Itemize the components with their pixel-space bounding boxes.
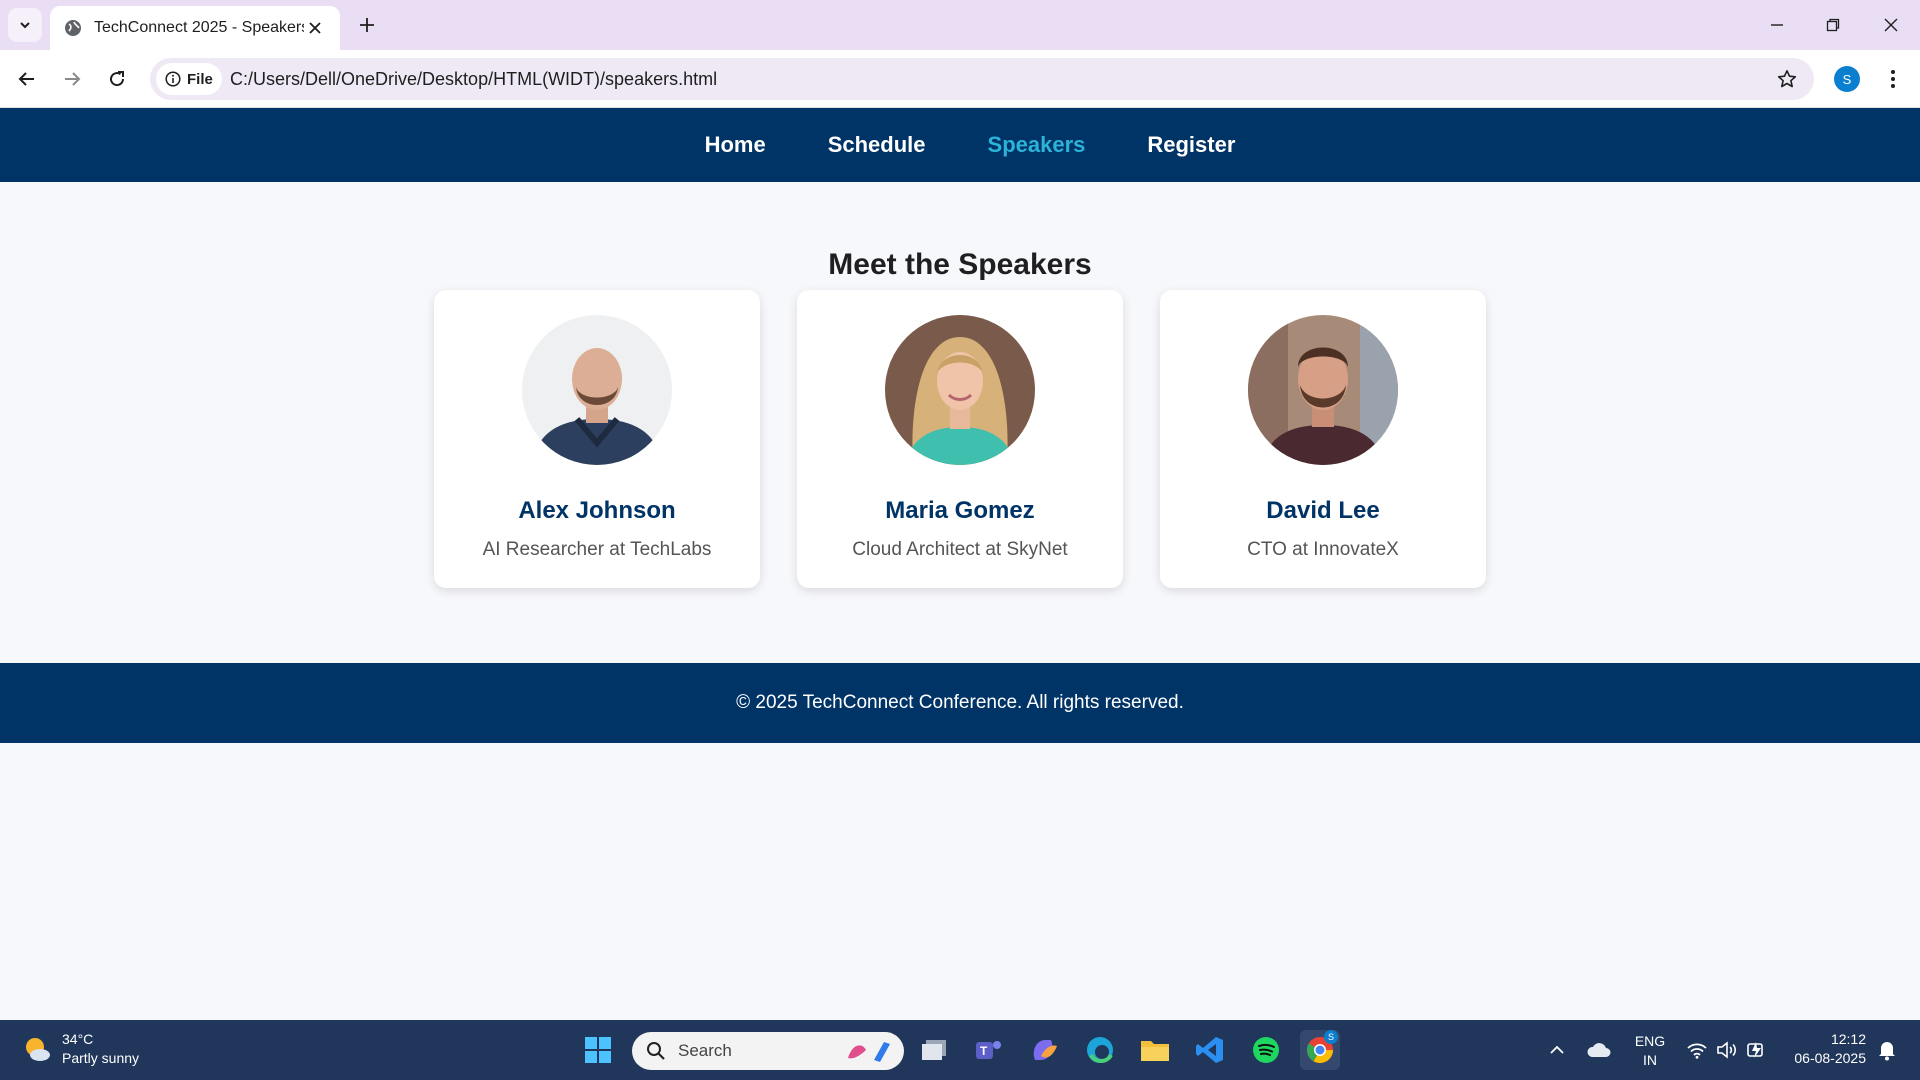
battery-charging-icon (1747, 1042, 1763, 1058)
speaker-name: David Lee (1266, 497, 1380, 524)
system-clock[interactable]: 12:12 06-08-2025 (1780, 1030, 1866, 1068)
windows-taskbar: 34°C Partly sunny Search T S ENG IN 12:1… (0, 1020, 1920, 1080)
site-navigation: Home Schedule Speakers Register (0, 108, 1920, 182)
restore-button[interactable] (1818, 10, 1848, 40)
cloud-icon (1587, 1043, 1611, 1057)
weather-widget[interactable]: 34°C Partly sunny (22, 1030, 139, 1068)
speaker-card: Maria Gomez Cloud Architect at SkyNet (797, 290, 1123, 588)
plus-icon (360, 18, 374, 32)
search-icon (647, 1042, 665, 1060)
arrow-right-icon (65, 72, 81, 86)
footer-copyright: © 2025 TechConnect Conference. All right… (736, 692, 1184, 713)
tab-title: TechConnect 2025 - Speakers (94, 19, 304, 36)
nav-schedule-link[interactable]: Schedule (828, 132, 926, 158)
forward-button[interactable] (55, 62, 89, 96)
folder-icon (1141, 1041, 1169, 1061)
info-icon (165, 71, 181, 87)
new-tab-button[interactable] (352, 10, 382, 40)
profile-avatar[interactable]: S (1834, 66, 1860, 92)
speaker-card: David Lee CTO at InnovateX (1160, 290, 1486, 588)
minimize-icon (1771, 24, 1783, 26)
star-icon (1777, 70, 1797, 88)
svg-text:T: T (980, 1044, 988, 1058)
spotify-app[interactable] (1246, 1030, 1286, 1070)
tab-search-button[interactable] (8, 8, 42, 42)
minimize-button[interactable] (1762, 10, 1792, 40)
speaker-role: Cloud Architect at SkyNet (852, 539, 1068, 560)
language-indicator[interactable]: ENG IN (1628, 1032, 1672, 1070)
speaker-role: CTO at InnovateX (1247, 539, 1399, 560)
onedrive-tray[interactable] (1582, 1030, 1616, 1070)
windows-logo-icon (585, 1037, 611, 1063)
notifications-button[interactable] (1872, 1030, 1902, 1070)
copilot-app[interactable] (1024, 1030, 1064, 1070)
globe-icon (65, 20, 81, 36)
region-code: IN (1643, 1052, 1657, 1068)
chrome-app[interactable]: S (1300, 1030, 1340, 1070)
browser-tab[interactable]: TechConnect 2025 - Speakers (50, 6, 340, 50)
weather-temperature: 34°C (62, 1031, 94, 1047)
browser-menu-button[interactable] (1878, 64, 1908, 94)
chevron-down-icon (20, 22, 30, 29)
site-info-chip[interactable]: File (156, 63, 222, 95)
notification-bell-icon (1879, 1042, 1895, 1061)
show-hidden-icons-button[interactable] (1542, 1030, 1572, 1070)
arrow-left-icon (18, 72, 34, 86)
start-button[interactable] (578, 1030, 618, 1070)
more-vertical-icon (1891, 70, 1895, 88)
weather-description: Partly sunny (62, 1050, 140, 1066)
close-window-button[interactable] (1876, 10, 1906, 40)
browser-tabstrip: TechConnect 2025 - Speakers (0, 0, 1920, 50)
reload-icon (110, 71, 125, 87)
search-label: Search (678, 1041, 732, 1060)
vscode-icon (1196, 1037, 1223, 1063)
close-icon (1884, 18, 1898, 32)
copilot-search-highlight-icon (848, 1042, 890, 1062)
speaker-cards: Alex Johnson AI Researcher at TechLabs M… (434, 290, 1486, 588)
speaker-photo (1248, 315, 1398, 465)
volume-tray[interactable] (1712, 1030, 1742, 1070)
chip-label: File (187, 70, 213, 88)
file-explorer-app[interactable] (1135, 1030, 1175, 1070)
clock-date: 06-08-2025 (1794, 1050, 1866, 1066)
reload-button[interactable] (100, 62, 134, 96)
wifi-tray[interactable] (1682, 1030, 1712, 1070)
nav-register-link[interactable]: Register (1147, 132, 1235, 158)
chrome-profile-badge: S (1324, 1030, 1338, 1044)
teams-icon: T (976, 1041, 1001, 1059)
back-button[interactable] (10, 62, 44, 96)
bookmark-star-button[interactable] (1774, 66, 1800, 92)
nav-speakers-link[interactable]: Speakers (988, 132, 1086, 158)
language-code: ENG (1634, 1033, 1666, 1049)
battery-tray[interactable] (1742, 1030, 1772, 1070)
wifi-icon (1687, 1043, 1707, 1059)
clock-time: 12:12 (1830, 1031, 1866, 1047)
teams-app[interactable]: T (969, 1030, 1009, 1070)
url-text: C:/Users/Dell/OneDrive/Desktop/HTML(WIDT… (230, 69, 718, 89)
spotify-icon (1253, 1037, 1279, 1063)
speaker-photo (885, 315, 1035, 465)
vscode-app[interactable] (1190, 1030, 1230, 1070)
browser-toolbar: File C:/Users/Dell/OneDrive/Desktop/HTML… (0, 50, 1920, 108)
task-view-icon (922, 1040, 946, 1060)
page-title: Meet the Speakers (828, 248, 1092, 281)
site-footer: © 2025 TechConnect Conference. All right… (0, 663, 1920, 743)
edge-app[interactable] (1080, 1030, 1120, 1070)
nav-home-link[interactable]: Home (705, 132, 766, 158)
edge-icon (1087, 1037, 1113, 1063)
speaker-icon (1717, 1041, 1736, 1059)
speaker-card: Alex Johnson AI Researcher at TechLabs (434, 290, 760, 588)
taskbar-search[interactable]: Search (632, 1032, 904, 1070)
restore-icon (1826, 18, 1840, 32)
speaker-role: AI Researcher at TechLabs (482, 539, 712, 560)
task-view-button[interactable] (914, 1030, 954, 1070)
speaker-photo (522, 315, 672, 465)
address-bar[interactable]: File C:/Users/Dell/OneDrive/Desktop/HTML… (150, 58, 1814, 100)
close-tab-icon[interactable] (304, 17, 326, 39)
partly-sunny-icon (26, 1038, 50, 1061)
chevron-up-icon (1550, 1045, 1564, 1054)
speaker-name: Maria Gomez (885, 497, 1035, 524)
speaker-name: Alex Johnson (518, 497, 676, 524)
copilot-icon (1033, 1040, 1057, 1060)
